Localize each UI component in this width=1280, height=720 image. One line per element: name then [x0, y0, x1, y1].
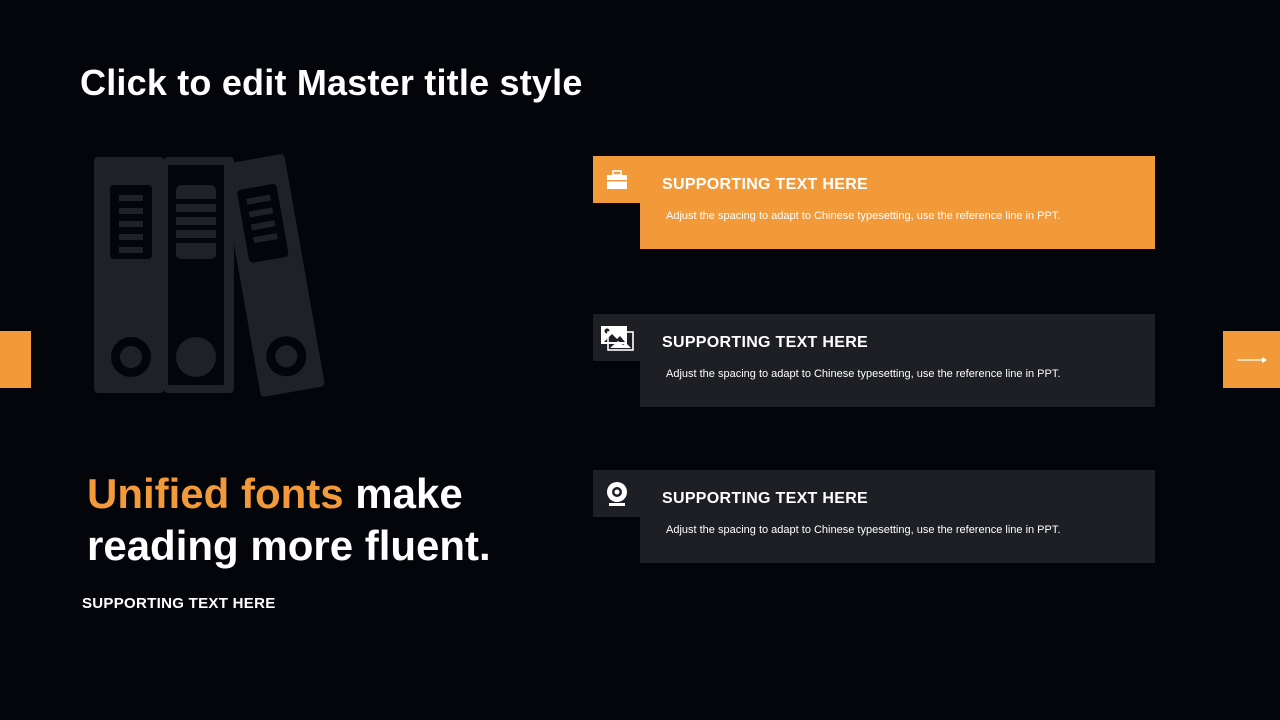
card-body: SUPPORTING TEXT HERE Adjust the spacing …	[640, 470, 1155, 563]
prev-slide-tab[interactable]	[0, 331, 31, 388]
supporting-text: SUPPORTING TEXT HERE	[82, 595, 276, 612]
card-body: SUPPORTING TEXT HERE Adjust the spacing …	[640, 156, 1155, 249]
image-icon	[600, 325, 634, 351]
card-heading: SUPPORTING TEXT HERE	[662, 334, 869, 351]
webcam-icon	[606, 481, 627, 506]
binders-icon	[94, 154, 325, 397]
card-body: SUPPORTING TEXT HERE Adjust the spacing …	[640, 314, 1155, 407]
tagline-rest: make	[343, 470, 463, 517]
tagline-line2: reading more fluent.	[87, 522, 491, 569]
tagline: Unified fonts make reading more fluent.	[87, 468, 491, 572]
feature-card-1[interactable]: SUPPORTING TEXT HERE Adjust the spacing …	[593, 156, 1155, 249]
feature-card-2[interactable]: SUPPORTING TEXT HERE Adjust the spacing …	[593, 314, 1155, 407]
card-icon-box	[593, 156, 640, 203]
card-icon-box	[593, 314, 640, 361]
card-heading: SUPPORTING TEXT HERE	[662, 176, 869, 193]
card-icon-box	[593, 470, 640, 517]
card-text: Adjust the spacing to adapt to Chinese t…	[666, 368, 1061, 380]
card-heading: SUPPORTING TEXT HERE	[662, 490, 869, 507]
slide-title: Click to edit Master title style	[80, 62, 583, 103]
tagline-accent: Unified fonts	[87, 470, 344, 517]
next-slide-button[interactable]	[1223, 331, 1280, 388]
briefcase-icon	[606, 169, 627, 189]
card-text: Adjust the spacing to adapt to Chinese t…	[666, 210, 1061, 222]
card-text: Adjust the spacing to adapt to Chinese t…	[666, 524, 1061, 536]
arrow-right-icon	[1236, 356, 1267, 363]
feature-card-3[interactable]: SUPPORTING TEXT HERE Adjust the spacing …	[593, 470, 1155, 563]
